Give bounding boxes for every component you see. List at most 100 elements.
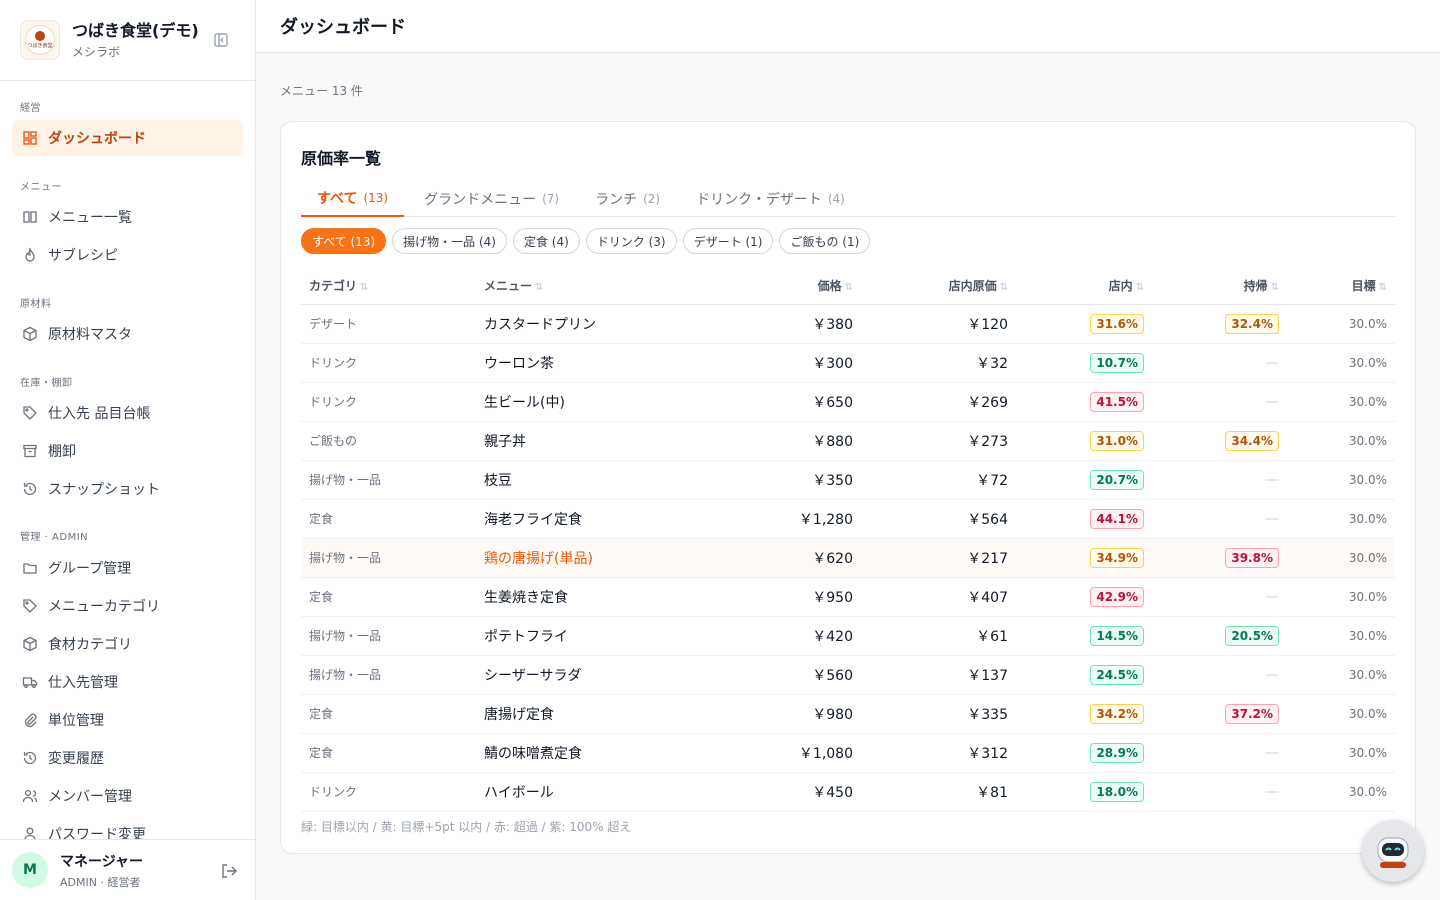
table-row[interactable]: 揚げ物・一品 ポテトフライ ￥420 ￥61 14.5% 20.5% 30.0% — [301, 616, 1395, 656]
sidebar-item-snapshot[interactable]: スナップショット — [12, 471, 243, 507]
menu-name-cell: 海老フライ定食 — [476, 499, 686, 539]
sidebar-item-label: 仕入先管理 — [48, 675, 118, 691]
table-row[interactable]: 定食 唐揚げ定食 ￥980 ￥335 34.2% 37.2% 30.0% — [301, 694, 1395, 734]
menu-name-cell: ハイボール — [476, 772, 686, 812]
column-header-target[interactable]: 目標 ⇅ — [1287, 268, 1395, 305]
sort-icon: ⇅ — [1270, 282, 1279, 294]
sidebar-item-history[interactable]: 変更履歴 — [12, 740, 243, 776]
target-cell: 30.0% — [1287, 694, 1395, 734]
category-filter: すべて (13) 揚げ物・一品 (4) 定食 (4) ドリンク (3) デザート… — [301, 228, 876, 254]
column-header-category[interactable]: カテゴリ ⇅ — [301, 268, 476, 305]
sort-icon: ⇅ — [844, 282, 853, 294]
sort-icon: ⇅ — [1378, 282, 1387, 294]
tab-all[interactable]: すべて (13) — [301, 180, 405, 217]
table-row[interactable]: 定食 生姜焼き定食 ￥950 ￥407 42.9% — 30.0% — [301, 577, 1395, 617]
target-cell: 30.0% — [1287, 772, 1395, 812]
filter-chip-rice[interactable]: ご飯もの (1) — [779, 228, 871, 254]
sidebar-item-suppliers[interactable]: 仕入先管理 — [12, 664, 243, 700]
table-row[interactable]: ドリンク 生ビール(中) ￥650 ￥269 41.5% — 30.0% — [301, 382, 1395, 422]
target-cell: 30.0% — [1287, 343, 1395, 383]
tab-drink-dessert[interactable]: ドリンク・デザート (4) — [680, 180, 861, 217]
sidebar-item-units[interactable]: 単位管理 — [12, 702, 243, 738]
price-cell: ￥950 — [686, 577, 861, 617]
rate-badge: 34.2% — [1090, 703, 1144, 724]
sidebar-collapse-icon[interactable] — [213, 32, 229, 48]
column-header-instore[interactable]: 店内 ⇅ — [1016, 268, 1152, 305]
instore-rate-cell: 42.9% — [1016, 577, 1152, 617]
price-cell: ￥420 — [686, 616, 861, 656]
table-row[interactable]: ドリンク ウーロン茶 ￥300 ￥32 10.7% — 30.0% — [301, 343, 1395, 383]
filter-chip-drink[interactable]: ドリンク (3) — [585, 228, 677, 254]
column-header-price[interactable]: 価格 ⇅ — [686, 268, 861, 305]
target-cell: 30.0% — [1287, 538, 1395, 578]
table-row[interactable]: 定食 鯖の味噌煮定食 ￥1,080 ￥312 28.9% — 30.0% — [301, 733, 1395, 773]
table-row[interactable]: 揚げ物・一品 枝豆 ￥350 ￥72 20.7% — 30.0% — [301, 460, 1395, 500]
category-cell: デザート — [301, 304, 476, 344]
target-cell: 30.0% — [1287, 421, 1395, 461]
price-cell: ￥350 — [686, 460, 861, 500]
logout-icon[interactable] — [220, 862, 238, 880]
filter-chip-all[interactable]: すべて (13) — [301, 228, 387, 254]
filter-chip-set-meal[interactable]: 定食 (4) — [512, 228, 580, 254]
table-row[interactable]: ご飯もの 親子丼 ￥880 ￥273 31.0% 34.4% 30.0% — [301, 421, 1395, 461]
sidebar-item-menu-categories[interactable]: メニューカテゴリ — [12, 588, 243, 624]
menu-name-cell: カスタードプリン — [476, 304, 686, 344]
sidebar-item-dashboard[interactable]: ダッシュボード — [12, 120, 243, 156]
paperclip-icon — [24, 713, 37, 728]
column-header-takeout[interactable]: 持帰 ⇅ — [1152, 268, 1287, 305]
instore-rate-cell: 18.0% — [1016, 772, 1152, 812]
sidebar-item-label: 原材料マスタ — [48, 327, 132, 343]
sidebar-item-members[interactable]: メンバー管理 — [12, 778, 243, 814]
sidebar-item-sub-recipe[interactable]: サブレシピ — [12, 237, 243, 273]
takeout-rate-cell: — — [1152, 733, 1287, 773]
rate-badge: 31.0% — [1090, 430, 1144, 451]
sidebar-item-change-password[interactable]: パスワード変更 — [12, 816, 243, 839]
sidebar-item-ingredient-categories[interactable]: 食材カテゴリ — [12, 626, 243, 662]
price-cell: ￥980 — [686, 694, 861, 734]
menu-name-cell: 枝豆 — [476, 460, 686, 500]
takeout-rate-cell: 20.5% — [1152, 616, 1287, 656]
takeout-rate-cell: 37.2% — [1152, 694, 1287, 734]
category-cell: 揚げ物・一品 — [301, 655, 476, 695]
book-icon — [23, 211, 37, 223]
sidebar-item-groups[interactable]: グループ管理 — [12, 550, 243, 586]
sidebar-item-inventory[interactable]: 棚卸 — [12, 433, 243, 469]
table-row[interactable]: 揚げ物・一品 シーザーサラダ ￥560 ￥137 24.5% — 30.0% — [301, 655, 1395, 695]
table-row[interactable]: ドリンク ハイボール ￥450 ￥81 18.0% — 30.0% — [301, 772, 1395, 812]
target-cell: 30.0% — [1287, 499, 1395, 539]
cost-rate-card: 原価率一覧 すべて (13) グランドメニュー (7) ランチ (2) ドリンク・デザ… — [280, 121, 1416, 854]
sidebar-item-supplier-ledger[interactable]: 仕入先 品目台帳 — [12, 395, 243, 431]
menu-name-cell: 鶏の唐揚げ(単品) — [476, 538, 686, 578]
section-label: 管理 · ADMIN — [20, 532, 89, 543]
empty-rate: — — [1265, 744, 1279, 761]
tab-grand-menu[interactable]: グランドメニュー (7) — [408, 180, 575, 217]
flame-icon — [25, 247, 35, 262]
sidebar-item-ingredients[interactable]: 原材料マスタ — [12, 316, 243, 352]
empty-rate: — — [1265, 783, 1279, 800]
filter-chip-dessert[interactable]: デザート (1) — [682, 228, 774, 254]
sidebar-item-label: 棚卸 — [48, 444, 76, 460]
instore-rate-cell: 28.9% — [1016, 733, 1152, 773]
target-cell: 30.0% — [1287, 655, 1395, 695]
menu-name-cell: 親子丼 — [476, 421, 686, 461]
rate-badge: 20.7% — [1090, 469, 1144, 490]
assistant-bot-button[interactable] — [1362, 820, 1424, 882]
takeout-rate-cell: — — [1152, 460, 1287, 500]
section-label: メニュー — [20, 182, 62, 193]
avatar: M — [12, 852, 48, 888]
cost-cell: ￥564 — [861, 499, 1016, 539]
instore-rate-cell: 20.7% — [1016, 460, 1152, 500]
instore-rate-cell: 34.9% — [1016, 538, 1152, 578]
table-row[interactable]: デザート カスタードプリン ￥380 ￥120 31.6% 32.4% 30.0% — [301, 304, 1395, 344]
column-header-menu[interactable]: メニュー ⇅ — [476, 268, 686, 305]
table-row[interactable]: 定食 海老フライ定食 ￥1,280 ￥564 44.1% — 30.0% — [301, 499, 1395, 539]
sidebar-item-label: メニューカテゴリ — [48, 599, 160, 615]
rate-badge: 20.5% — [1225, 625, 1279, 646]
filter-chip-fried[interactable]: 揚げ物・一品 (4) — [392, 228, 507, 254]
takeout-rate-cell: 34.4% — [1152, 421, 1287, 461]
column-header-cost[interactable]: 店内原価 ⇅ — [861, 268, 1016, 305]
table-row[interactable]: 揚げ物・一品 鶏の唐揚げ(単品) ￥620 ￥217 34.9% 39.8% 30.0% — [301, 538, 1395, 578]
tab-lunch[interactable]: ランチ (2) — [579, 180, 676, 217]
page-title: ダッシュボード — [280, 17, 406, 38]
sidebar-item-menu-list[interactable]: メニュー一覧 — [12, 199, 243, 235]
